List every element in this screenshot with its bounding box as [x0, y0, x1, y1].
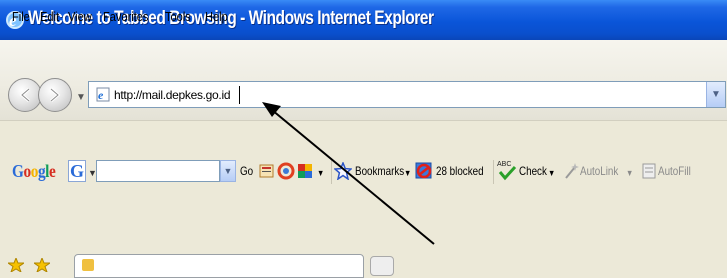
annotation-arrow: [262, 102, 435, 245]
